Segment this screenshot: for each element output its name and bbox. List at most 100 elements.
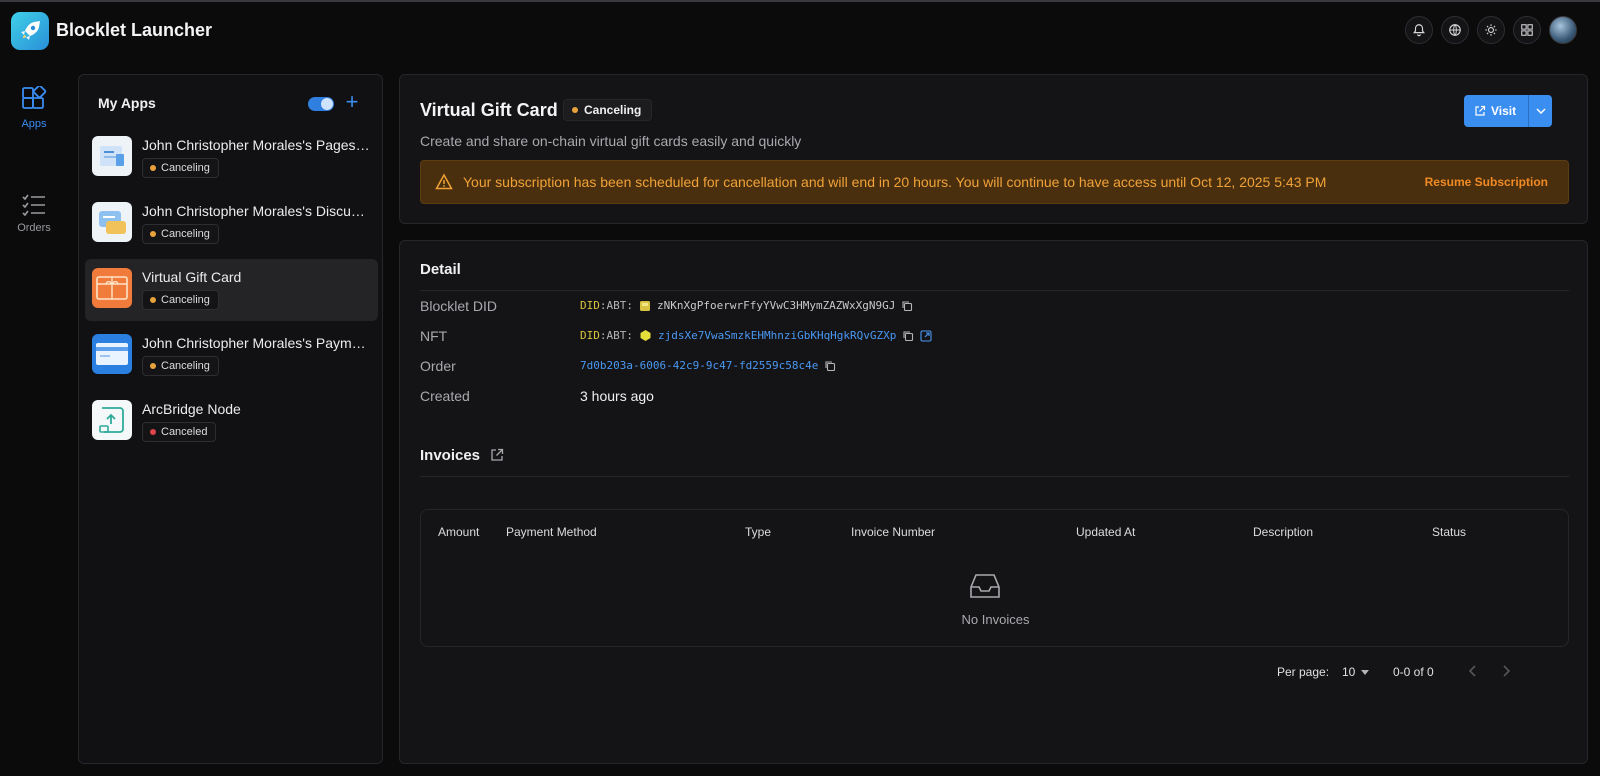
blocklet-did-text: zNKnXgPfoerwrFfyYVwC3HMymZAZWxXgN9GJ (657, 299, 896, 312)
order-label: Order (420, 358, 456, 374)
blocklet-did-value: DID:ABT: zNKnXgPfoerwrFfyYVwC3HMymZAZWxX… (580, 299, 913, 312)
nav-apps[interactable]: Apps (0, 86, 68, 130)
external-link-icon (491, 448, 504, 461)
my-apps-title: My Apps (98, 95, 156, 111)
external-link-icon (1475, 105, 1486, 116)
status-badge: Canceled (142, 422, 217, 442)
open-invoices-button[interactable] (490, 448, 504, 465)
nft-value: DID:ABT: zjdsXe7VwaSmzkEHMhnziGbKHqHgkRQ… (580, 329, 932, 342)
chevron-left-icon (1468, 665, 1476, 677)
column-header-updated-at: Updated At (1076, 525, 1136, 539)
app-thumbnail (92, 202, 132, 242)
app-name: John Christopher Morales's Pages Kit (142, 137, 370, 153)
did-prefix: DID (580, 329, 600, 342)
inbox-icon (970, 574, 1000, 598)
app-header: Blocklet Launcher (0, 2, 1600, 60)
blocklet-did-label: Blocklet DID (420, 298, 498, 314)
created-label: Created (420, 388, 470, 404)
external-link-icon (920, 329, 932, 342)
status-text: Canceling (584, 103, 642, 117)
copy-button[interactable] (901, 300, 913, 312)
app-description: Create and share on-chain virtual gift c… (420, 133, 802, 149)
app-name: Virtual Gift Card (142, 269, 242, 285)
copy-button[interactable] (902, 330, 914, 342)
status-dot (150, 231, 156, 237)
cancellation-warning: Your subscription has been scheduled for… (420, 160, 1569, 204)
column-header-payment-method: Payment Method (506, 525, 597, 539)
per-page-select[interactable]: 10 (1342, 665, 1370, 679)
nft-label: NFT (420, 328, 448, 344)
divider (420, 476, 1569, 477)
per-page-label: Per page: (1277, 665, 1330, 679)
column-header-status: Status (1432, 525, 1467, 539)
per-page-value: 10 (1342, 665, 1356, 679)
status-text: Canceling (161, 360, 210, 372)
copy-icon (903, 330, 914, 341)
order-link[interactable]: 7d0b203a-6006-42c9-9c47-fd2559c58c4e (580, 359, 818, 372)
app-list-item[interactable]: John Christopher Morales's Pages Kit Can… (85, 127, 378, 189)
app-summary-card: Virtual Gift Card Canceling Create and s… (399, 74, 1588, 224)
apps-view-toggle[interactable] (308, 97, 334, 111)
created-value: 3 hours ago (580, 388, 654, 404)
prev-page-button[interactable] (1468, 664, 1478, 681)
theme-toggle-button[interactable] (1477, 16, 1505, 44)
app-switcher-button[interactable] (1513, 16, 1541, 44)
status-dot (572, 107, 578, 113)
notifications-button[interactable] (1405, 16, 1433, 44)
app-logo[interactable] (11, 12, 49, 50)
column-header-description: Description (1253, 525, 1314, 539)
visit-label: Visit (1491, 104, 1517, 118)
add-app-button[interactable]: + (341, 89, 363, 115)
app-list-item[interactable]: John Christopher Morales's Discussion Ki… (85, 193, 378, 255)
nav-orders[interactable]: Orders (0, 192, 68, 234)
status-dot (150, 297, 156, 303)
visit-dropdown-button[interactable] (1528, 95, 1553, 127)
resume-subscription-link[interactable]: Resume Subscription (1425, 175, 1548, 189)
status-badge: Canceling (563, 99, 653, 121)
user-avatar[interactable] (1549, 16, 1577, 44)
did-chain: :ABT: (599, 299, 633, 312)
warning-icon (435, 173, 453, 190)
app-thumbnail (92, 400, 132, 440)
rocket-icon (21, 21, 40, 40)
copy-icon (825, 360, 836, 371)
did-prefix: DID (580, 299, 600, 312)
invoices-section-title: Invoices (420, 447, 481, 464)
apps-icon (22, 86, 47, 109)
arcbridge-icon (99, 407, 124, 433)
chevron-down-icon (1361, 669, 1370, 675)
detail-section-title: Detail (420, 261, 461, 278)
warning-text: Your subscription has been scheduled for… (463, 174, 1327, 190)
column-header-invoice-number: Invoice Number (851, 525, 936, 539)
app-name: ArcBridge Node (142, 401, 241, 417)
status-badge: Canceling (142, 224, 219, 244)
copy-icon (902, 300, 913, 311)
bell-icon (1413, 24, 1425, 37)
empty-state-text: No Invoices (961, 612, 1030, 627)
status-text: Canceling (161, 294, 210, 306)
chevron-right-icon (1503, 665, 1511, 677)
grid-icon (1521, 24, 1533, 36)
app-list-item-active[interactable]: Virtual Gift Card Canceling (85, 259, 378, 321)
open-nft-button[interactable] (920, 329, 932, 342)
language-button[interactable] (1441, 16, 1469, 44)
app-list-item[interactable]: John Christopher Morales's Payment Kit C… (85, 325, 378, 387)
status-dot (150, 363, 156, 369)
app-name: John Christopher Morales's Discussion Ki… (142, 203, 370, 219)
app-thumbnail (92, 136, 132, 176)
status-text: Canceled (161, 426, 208, 438)
did-avatar-icon (640, 300, 650, 311)
nft-avatar-icon (640, 330, 651, 341)
status-badge: Canceling (142, 290, 219, 310)
nav-apps-label: Apps (21, 118, 47, 130)
nft-link[interactable]: zjdsXe7VwaSmzkEHMhnziGbKHqHgkRQvGZXp (658, 329, 896, 342)
header-actions (1405, 16, 1577, 44)
invoices-table: Amount Payment Method Type Invoice Numbe… (420, 509, 1569, 647)
visit-button[interactable]: Visit (1464, 95, 1529, 127)
divider (420, 290, 1569, 291)
next-page-button[interactable] (1501, 664, 1511, 681)
discussion-kit-icon (99, 211, 126, 234)
app-list-item[interactable]: ArcBridge Node Canceled (85, 391, 378, 453)
status-dot (150, 165, 156, 171)
copy-button[interactable] (824, 360, 836, 372)
